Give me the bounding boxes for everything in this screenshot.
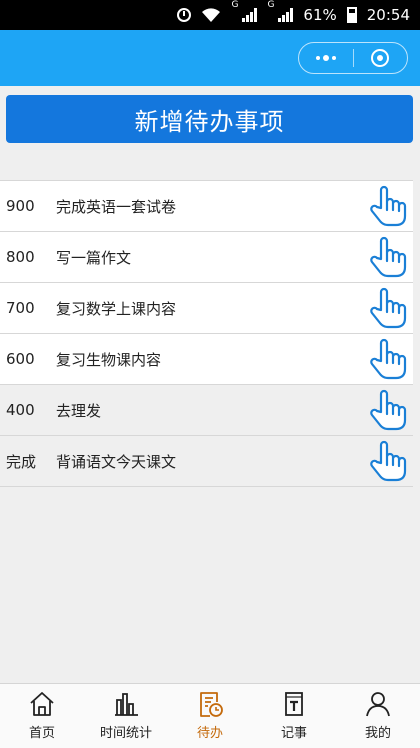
battery-icon	[346, 7, 357, 23]
todo-list: 900 完成英语一套试卷 800 写一篇作文 700 复习数学上课内容 600 …	[0, 180, 413, 487]
person-icon	[366, 692, 390, 717]
tab-label: 我的	[364, 726, 391, 741]
tab-todo[interactable]: 待办	[168, 684, 252, 748]
bar-chart-icon	[115, 693, 138, 716]
alarm-icon	[177, 8, 192, 22]
target-circle-icon	[371, 49, 390, 67]
tab-label: 待办	[196, 726, 223, 741]
close-miniprogram-button[interactable]	[354, 43, 408, 73]
status-bar: G G 61% 20:54	[0, 0, 420, 30]
clock-time: 20:54	[366, 6, 410, 24]
battery-percent: 61%	[303, 6, 337, 24]
more-dots-icon	[315, 55, 336, 61]
bottom-tab-bar: 首页 时间统计 待办 记事 我的	[0, 683, 420, 748]
todo-title: 复习数学上课内容	[56, 299, 177, 318]
hand-pointer-icon[interactable]	[369, 338, 407, 380]
wifi-icon	[202, 8, 221, 22]
network-type-label-2: G	[267, 0, 275, 10]
miniprogram-capsule	[298, 42, 408, 74]
todo-priority: 700	[6, 299, 35, 317]
hand-pointer-icon[interactable]	[369, 287, 407, 329]
tab-notes[interactable]: 记事	[252, 684, 336, 748]
hand-pointer-icon[interactable]	[369, 389, 407, 431]
hand-pointer-icon[interactable]	[369, 185, 407, 227]
notebook-icon	[285, 692, 303, 716]
network-type-label: G	[231, 0, 239, 10]
todo-priority: 900	[6, 197, 35, 215]
todo-title: 复习生物课内容	[56, 350, 162, 369]
tab-time-stats[interactable]: 时间统计	[84, 684, 168, 748]
hand-pointer-icon[interactable]	[369, 236, 407, 278]
tab-label: 时间统计	[99, 726, 152, 741]
todo-title: 写一篇作文	[56, 248, 132, 267]
more-button[interactable]	[299, 43, 353, 73]
hand-pointer-icon[interactable]	[369, 440, 407, 482]
todo-priority: 400	[6, 401, 35, 419]
todo-row[interactable]: 完成 背诵语文今天课文	[0, 436, 413, 487]
tab-label: 首页	[28, 726, 55, 741]
todo-row[interactable]: 400 去理发	[0, 385, 413, 436]
todo-priority: 600	[6, 350, 35, 368]
todo-title: 完成英语一套试卷	[56, 197, 177, 216]
todo-title: 去理发	[56, 401, 102, 420]
tab-home[interactable]: 首页	[0, 684, 84, 748]
home-icon	[30, 692, 54, 716]
todo-row[interactable]: 600 复习生物课内容	[0, 334, 413, 385]
tab-label: 记事	[280, 726, 307, 741]
todo-row[interactable]: 700 复习数学上课内容	[0, 283, 413, 334]
title-bar	[0, 30, 420, 86]
todo-priority: 完成	[6, 452, 37, 471]
add-todo-button[interactable]: 新增待办事项	[6, 95, 413, 143]
main-content: 新增待办事项 900 完成英语一套试卷 800 写一篇作文 700 复习数学上课…	[0, 86, 420, 683]
todo-row[interactable]: 800 写一篇作文	[0, 232, 413, 283]
todo-title: 背诵语文今天课文	[56, 452, 177, 471]
tab-profile[interactable]: 我的	[336, 684, 420, 748]
todo-clock-icon	[200, 692, 223, 717]
signal-icon-2	[278, 8, 294, 22]
signal-icon	[242, 8, 258, 22]
todo-row[interactable]: 900 完成英语一套试卷	[0, 180, 413, 232]
todo-priority: 800	[6, 248, 35, 266]
